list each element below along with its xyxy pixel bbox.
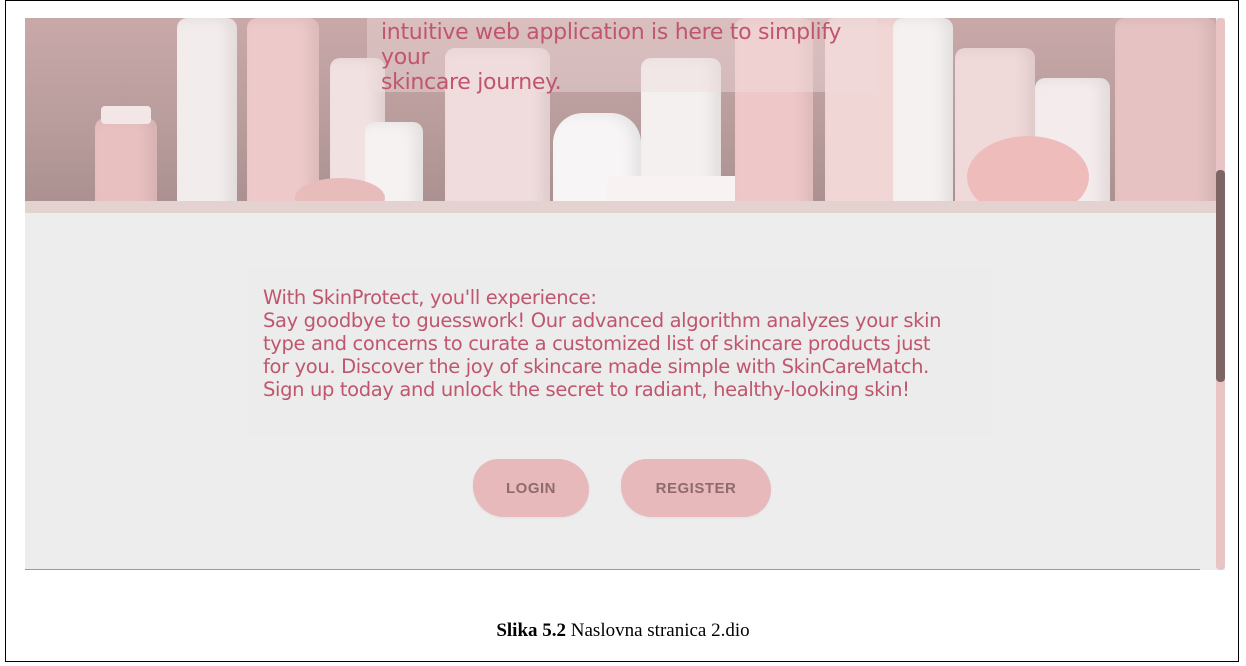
figure-caption: Slika 5.2 Naslovna stranica 2.dio [0, 620, 1246, 642]
hero-banner-image: intuitive web application is here to sim… [25, 18, 1216, 213]
content-line: Say goodbye to guesswork! Our advanced a… [263, 309, 942, 332]
content-description: With SkinProtect, you'll experience: Say… [263, 286, 983, 401]
login-button[interactable]: LOGIN [473, 459, 589, 517]
scrollbar-thumb[interactable] [1216, 170, 1225, 382]
content-line: With SkinProtect, you'll experience: [263, 286, 597, 309]
caption-text: Naslovna stranica 2.dio [566, 620, 750, 641]
divider [25, 569, 1200, 570]
browser-viewport: intuitive web application is here to sim… [25, 18, 1225, 570]
hero-intro-line: intuitive web application is here to sim… [381, 20, 842, 70]
hero-intro-line: skincare journey. [381, 70, 562, 95]
content-line: type and concerns to curate a customized… [263, 332, 931, 355]
content-line: Sign up today and unlock the secret to r… [263, 378, 910, 401]
register-button[interactable]: REGISTER [621, 459, 771, 517]
caption-label: Slika 5.2 [496, 620, 567, 641]
content-line: for you. Discover the joy of skincare ma… [263, 355, 929, 378]
hero-intro-text: intuitive web application is here to sim… [381, 20, 881, 95]
